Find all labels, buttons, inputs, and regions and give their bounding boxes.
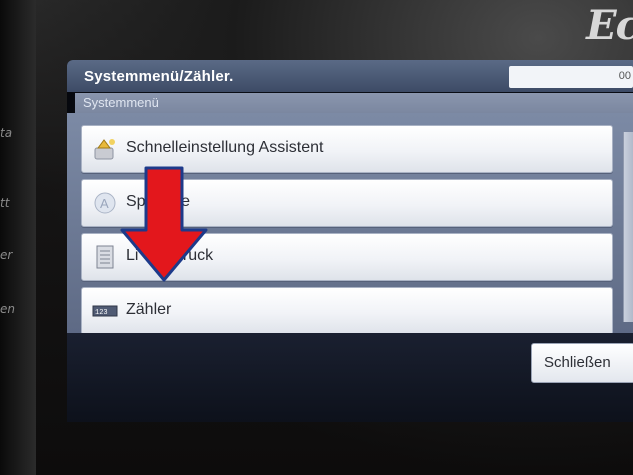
status-field: 00 <box>509 66 633 88</box>
brand-logo: Ec <box>586 2 633 49</box>
breadcrumb-label: Systemmenü <box>83 95 159 110</box>
device-side-text: ta <box>0 126 13 140</box>
svg-text:123: 123 <box>95 309 108 317</box>
red-arrow-annotation <box>120 166 208 282</box>
menu-item-label: Schnelleinstellung Assistent <box>126 139 324 156</box>
wizard-icon <box>94 139 115 160</box>
device-left-edge <box>0 0 36 475</box>
device-side-text: en <box>0 302 15 316</box>
status-value: 00 <box>618 70 631 82</box>
language-icon: A <box>94 192 116 214</box>
page-title: Systemmenü/Zähler. <box>84 68 234 85</box>
title-bar: Systemmenü/Zähler. 00 <box>67 60 633 92</box>
menu-item-label: Zähler <box>126 301 172 318</box>
scrollbar[interactable] <box>623 132 633 322</box>
close-button-label: Schließen <box>544 354 611 371</box>
counter-icon: 123 <box>92 305 118 317</box>
list-print-icon <box>96 245 114 269</box>
device-side-text: tt <box>0 196 10 210</box>
svg-text:A: A <box>100 196 109 211</box>
device-side-text: er <box>0 248 13 262</box>
close-button[interactable]: Schließen <box>531 343 633 383</box>
breadcrumb: Systemmenü <box>75 93 633 113</box>
menu-item-counter[interactable]: 123 Zähler <box>81 287 613 335</box>
